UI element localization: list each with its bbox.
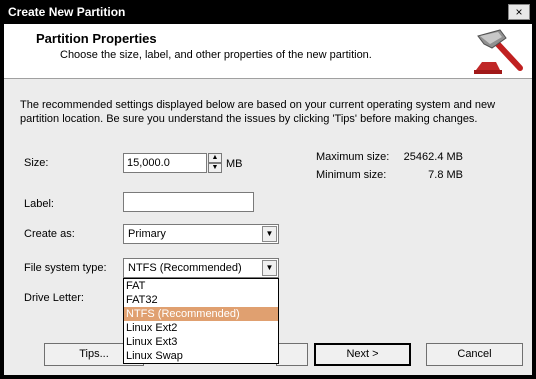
create-as-value: Primary <box>128 228 166 240</box>
create-as-select[interactable]: Primary ▼ <box>123 224 279 244</box>
page-title: Partition Properties <box>36 31 157 46</box>
title-bar[interactable]: Create New Partition × <box>0 0 536 24</box>
size-input[interactable]: 15,000.0 <box>123 153 207 173</box>
min-size-value: 7.8 MB <box>428 169 463 181</box>
fs-type-value: NTFS (Recommended) <box>128 262 242 274</box>
cancel-button[interactable]: Cancel <box>426 343 523 366</box>
size-label: Size: <box>24 157 49 169</box>
fs-option[interactable]: Linux Ext2 <box>124 321 278 335</box>
drive-letter-label: Drive Letter: <box>24 292 84 304</box>
back-button[interactable] <box>276 343 308 366</box>
spin-up-button[interactable]: ▲ <box>208 153 222 163</box>
hammer-icon <box>474 29 523 74</box>
page-subtitle: Choose the size, label, and other proper… <box>60 49 372 61</box>
fs-option[interactable]: Linux Swap <box>124 349 278 363</box>
size-unit: MB <box>226 158 243 170</box>
fs-option[interactable]: FAT <box>124 279 278 293</box>
chevron-down-icon[interactable]: ▼ <box>262 260 277 276</box>
dialog-body: Partition Properties Choose the size, la… <box>4 24 532 375</box>
fs-option[interactable]: NTFS (Recommended) <box>124 307 278 321</box>
max-size-value: 25462.4 MB <box>403 151 463 163</box>
intro-text: The recommended settings displayed below… <box>20 99 496 125</box>
close-button[interactable]: × <box>508 4 530 20</box>
fs-option[interactable]: Linux Ext3 <box>124 335 278 349</box>
fs-type-select[interactable]: NTFS (Recommended) ▼ <box>123 258 279 278</box>
fs-type-dropdown-list: FAT FAT32 NTFS (Recommended) Linux Ext2 Linu… <box>123 278 279 364</box>
max-size-label: Maximum size: <box>316 151 390 163</box>
create-as-label: Create as: <box>24 228 75 240</box>
chevron-down-icon[interactable]: ▼ <box>262 226 277 242</box>
create-partition-window: Create New Partition × Partition Propert… <box>0 0 536 379</box>
spin-down-button[interactable]: ▼ <box>208 163 222 173</box>
size-stepper: ▲ ▼ <box>208 153 222 173</box>
label-label: Label: <box>24 198 54 210</box>
fs-option[interactable]: FAT32 <box>124 293 278 307</box>
min-size-label: Minimum size: <box>316 169 387 181</box>
label-input[interactable] <box>123 192 254 212</box>
fs-type-label: File system type: <box>24 262 107 274</box>
close-icon: × <box>515 5 523 19</box>
wizard-header: Partition Properties Choose the size, la… <box>4 24 532 79</box>
next-button[interactable]: Next > <box>314 343 411 366</box>
window-title: Create New Partition <box>8 5 126 19</box>
